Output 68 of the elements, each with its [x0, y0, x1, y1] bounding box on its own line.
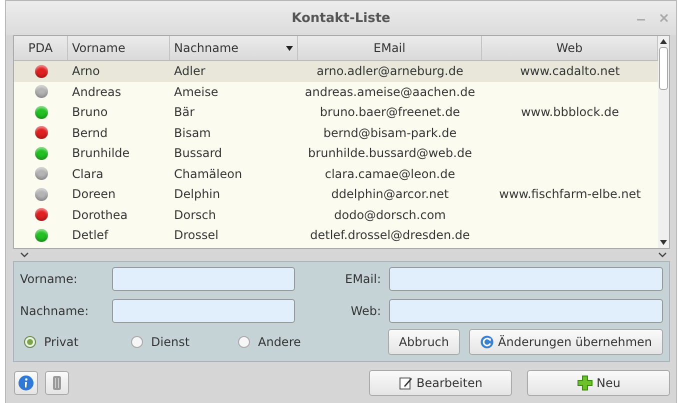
table-cell: Delphin: [174, 187, 220, 202]
table-cell: Dorothea: [72, 208, 128, 222]
plus-icon: [576, 374, 593, 390]
table-cell: arno.adler@arneburg.de: [316, 64, 464, 78]
chevron-down-icon[interactable]: [658, 252, 667, 258]
scroll-thumb[interactable]: [659, 47, 668, 90]
radio-button[interactable]: [238, 336, 250, 348]
chevron-down-icon[interactable]: [20, 252, 29, 258]
scroll-up-icon[interactable]: [660, 39, 667, 44]
radio-label[interactable]: Dienst: [151, 335, 190, 349]
column-header[interactable]: EMail: [298, 36, 482, 60]
table-cell: www.fischfarm-elbe.net: [499, 187, 641, 202]
refresh-icon: [480, 335, 494, 349]
table-cell: Clara: [72, 166, 104, 181]
scroll-down-icon[interactable]: [660, 240, 667, 245]
input-field[interactable]: [112, 267, 295, 291]
table-cell: andreas.ameise@aachen.de: [304, 84, 476, 99]
input-field[interactable]: [112, 299, 295, 323]
input-field[interactable]: [389, 299, 663, 323]
table-cell: Brunhilde: [72, 146, 130, 160]
table-cell: Andreas: [72, 84, 122, 99]
table-cell: www.cadalto.net: [520, 64, 620, 78]
radio-button[interactable]: [24, 336, 36, 348]
new-button[interactable]: Neu: [527, 370, 670, 396]
table-cell: Bisam: [174, 126, 211, 140]
field-label: Web:: [350, 304, 382, 318]
window-title: Kontakt-Liste: [292, 10, 390, 26]
delete-button[interactable]: [45, 370, 69, 394]
radio-button[interactable]: [131, 336, 143, 348]
edit-button[interactable]: Bearbeiten: [369, 370, 512, 396]
table-cell: ddelphin@arcor.net: [331, 187, 449, 202]
apply-button[interactable]: Änderungen übernehmen: [469, 329, 663, 355]
table-cell: Drossel: [174, 228, 218, 242]
field-label: EMail:: [345, 272, 382, 286]
table-cell: Ameise: [174, 84, 218, 99]
edit-icon: [398, 376, 413, 390]
table-cell: brunhilde.bussard@web.de: [308, 146, 472, 160]
trash-can-icon: [52, 374, 62, 390]
table-cell: Chamäleon: [174, 166, 242, 181]
close-icon[interactable]: [659, 13, 669, 23]
table-cell: Arno: [72, 64, 100, 78]
table-cell: dodo@dorsch.com: [334, 208, 446, 222]
table-cell: Bernd: [72, 126, 108, 140]
table-cell: Dorsch: [174, 208, 216, 222]
info-icon: [18, 374, 34, 390]
column-header[interactable]: Vorname: [68, 36, 170, 60]
column-header[interactable]: Nachname: [170, 36, 298, 60]
field-label: Nachname:: [20, 304, 90, 318]
input-field[interactable]: [389, 267, 663, 291]
table-cell: Bussard: [174, 146, 222, 160]
table-cell: Detlef: [72, 228, 108, 242]
table-cell: Bruno: [72, 105, 108, 120]
table-cell: www.bbblock.de: [520, 105, 620, 120]
column-header[interactable]: PDA: [14, 36, 68, 60]
table-cell: Bär: [174, 105, 195, 120]
table-cell: Adler: [174, 64, 206, 78]
field-label: Vorname:: [20, 272, 78, 286]
scrollbar[interactable]: [658, 36, 669, 248]
radio-label[interactable]: Andere: [258, 335, 301, 349]
table-cell: clara.camae@leon.de: [324, 166, 456, 181]
table-cell: detlef.drossel@dresden.de: [310, 228, 470, 242]
table-cell: bruno.baer@freenet.de: [320, 105, 460, 120]
cancel-button[interactable]: Abbruch: [388, 329, 460, 355]
info-button[interactable]: [14, 370, 38, 394]
table-cell: bernd@bisam-park.de: [323, 126, 457, 140]
table-row[interactable]: Arno Adler arno.adler@arneburg.de www.cadalto.net: [14, 61, 658, 82]
radio-label[interactable]: Privat: [44, 335, 78, 349]
table-cell: Doreen: [72, 187, 116, 202]
